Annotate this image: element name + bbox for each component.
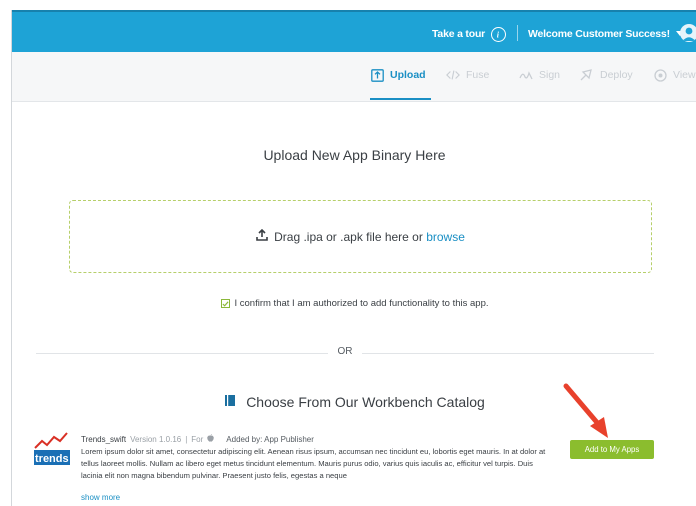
app-name: Trends_swift [81, 434, 127, 444]
tab-sign-label: Sign [539, 69, 561, 81]
tab-fuse[interactable]: Fuse [446, 66, 489, 84]
signature-icon [519, 68, 533, 82]
app-logo-text: trends [35, 453, 69, 465]
avatar[interactable] [680, 24, 696, 42]
upload-title: Upload New App Binary Here [263, 147, 446, 163]
authorization-confirm[interactable]: I confirm that I am authorized to add fu… [12, 298, 696, 309]
deploy-icon [580, 68, 594, 82]
view-icon [653, 68, 667, 82]
top-header-bar: Take a tour i Welcome Customer Success! [12, 10, 696, 52]
platform-label: For [191, 434, 204, 444]
app-logo: trends [34, 432, 70, 466]
take-a-tour-link[interactable]: Take a tour i [432, 25, 507, 43]
or-label: OR [337, 346, 353, 357]
app-description: Lorem ipsum dolor sit amet, consectetur … [81, 447, 546, 480]
header-divider [517, 25, 518, 41]
added-by: Added by: App Publisher [226, 434, 314, 444]
tab-deploy[interactable]: Deploy [580, 66, 633, 84]
red-arrow-annotation [563, 383, 608, 438]
or-separator: OR [36, 346, 654, 360]
svg-text:i: i [497, 30, 500, 38]
workflow-steps-bar: Upload Fuse Sign Deploy View [12, 52, 696, 102]
show-more-link[interactable]: show more [81, 493, 120, 502]
app-meta: Trends_swift Version 1.0.16 | For Added … [81, 434, 314, 444]
welcome-label: Welcome Customer Success! [528, 28, 670, 40]
meta-separator: | [185, 434, 188, 444]
tab-upload[interactable]: Upload [370, 66, 426, 84]
confirm-label: I confirm that I am authorized to add fu… [234, 298, 489, 309]
info-icon: i [491, 26, 507, 42]
take-a-tour-label: Take a tour [432, 28, 486, 40]
confirm-checkbox[interactable] [220, 299, 230, 308]
tab-view[interactable]: View [653, 66, 696, 84]
tab-fuse-label: Fuse [466, 69, 490, 81]
upload-arrow-icon [256, 228, 268, 244]
tab-deploy-label: Deploy [600, 69, 633, 81]
user-menu[interactable]: Welcome Customer Success! [528, 25, 684, 43]
active-tab-indicator [370, 98, 431, 100]
dropzone-text: Drag .ipa or .apk file here or [274, 229, 427, 244]
book-icon [224, 394, 236, 410]
upload-box-icon [370, 68, 384, 82]
tab-upload-label: Upload [390, 69, 426, 81]
apple-icon [207, 434, 215, 444]
app-version: Version 1.0.16 [130, 434, 182, 444]
app-window: Take a tour i Welcome Customer Success! … [11, 10, 696, 506]
code-icon [446, 68, 460, 82]
catalog-title: Choose From Our Workbench Catalog [246, 394, 485, 410]
browse-link[interactable]: browse [426, 230, 465, 244]
tab-sign[interactable]: Sign [519, 66, 560, 84]
file-dropzone[interactable]: Drag .ipa or .apk file here or browse [69, 200, 652, 273]
tab-view-label: View [673, 69, 696, 81]
